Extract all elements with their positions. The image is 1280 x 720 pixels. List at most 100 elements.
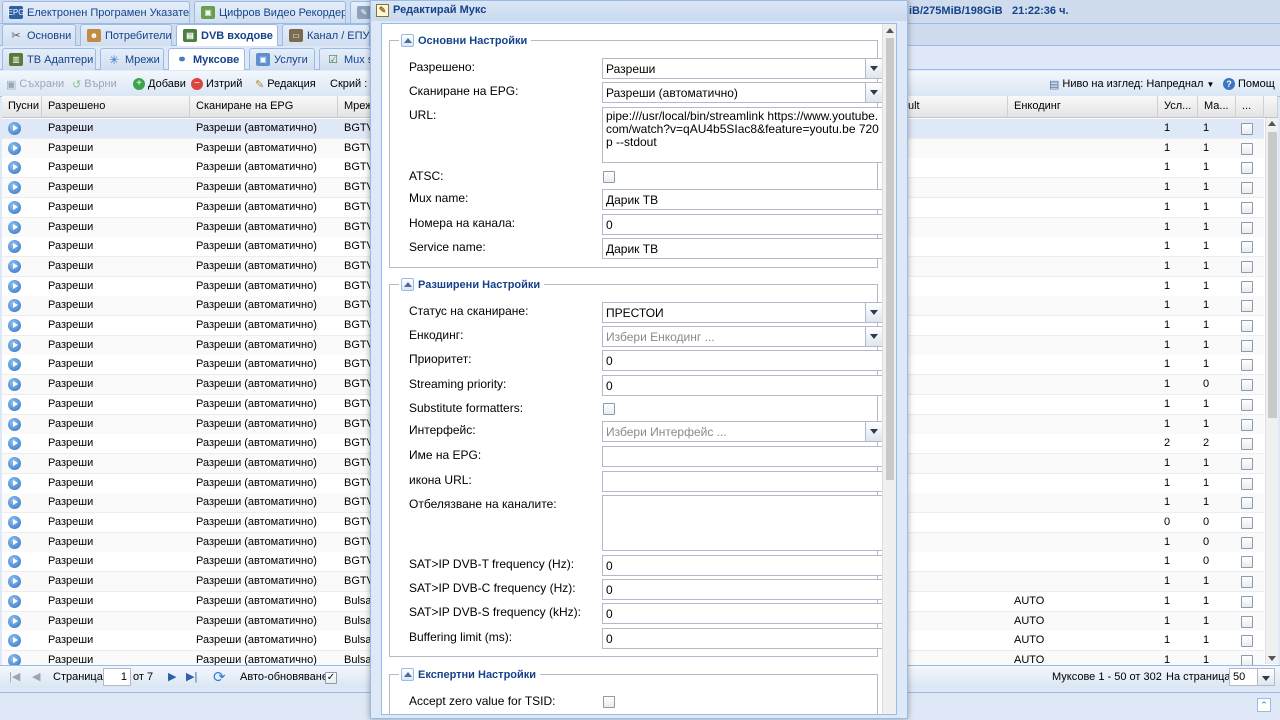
row-checkbox[interactable] bbox=[1241, 556, 1253, 569]
dialog-header[interactable]: ✎ Редактирай Мукс bbox=[371, 1, 907, 21]
row-checkbox[interactable] bbox=[1241, 595, 1253, 608]
hide-button[interactable]: Скрий : bbox=[330, 74, 367, 94]
grid-scroll-thumb[interactable] bbox=[1268, 132, 1277, 418]
row-checkbox[interactable] bbox=[1241, 457, 1253, 470]
play-icon[interactable] bbox=[8, 141, 21, 155]
row-checkbox[interactable] bbox=[1241, 615, 1253, 628]
row-checkbox[interactable] bbox=[1241, 300, 1253, 313]
row-checkbox[interactable] bbox=[1241, 635, 1253, 648]
col-header-enabled[interactable]: Разрешено bbox=[42, 96, 190, 118]
prev-page-icon[interactable]: ◀ bbox=[32, 670, 40, 683]
row-checkbox[interactable] bbox=[1241, 517, 1253, 529]
first-page-icon[interactable]: |◀ bbox=[9, 670, 20, 683]
icon-url-field[interactable] bbox=[602, 471, 883, 492]
scan-status-select[interactable]: ПРЕСТОИ bbox=[602, 302, 883, 323]
tab-dvb-inputs[interactable]: ▤ DVB входове bbox=[176, 24, 278, 46]
play-icon[interactable] bbox=[8, 437, 21, 451]
enabled-select[interactable]: Разреши bbox=[602, 58, 883, 79]
tab-mux-scheduler[interactable]: ☑ Mux sc bbox=[319, 48, 371, 70]
encoding-select[interactable]: Избери Енкодинг ... bbox=[602, 326, 883, 347]
chevron-down-icon[interactable] bbox=[865, 422, 882, 441]
row-checkbox[interactable] bbox=[1241, 359, 1253, 372]
play-icon[interactable] bbox=[8, 594, 21, 608]
expand-icon[interactable]: ⌃ bbox=[1257, 698, 1271, 712]
play-icon[interactable] bbox=[8, 299, 21, 313]
play-icon[interactable] bbox=[8, 496, 21, 510]
tab-dvr[interactable]: ▣ Цифров Видео Рекордер bbox=[194, 1, 346, 23]
row-checkbox[interactable] bbox=[1241, 398, 1253, 411]
tab-muxes[interactable]: ⚭ Муксове bbox=[168, 48, 245, 70]
play-icon[interactable] bbox=[8, 516, 21, 529]
row-checkbox[interactable] bbox=[1241, 241, 1253, 254]
collapse-icon[interactable] bbox=[401, 34, 414, 47]
tab-config[interactable]: ✎ bbox=[350, 1, 372, 23]
row-checkbox[interactable] bbox=[1241, 497, 1253, 510]
dialog-scrollbar[interactable] bbox=[882, 24, 896, 714]
play-icon[interactable] bbox=[8, 575, 21, 589]
tab-networks[interactable]: ✳ Мрежи bbox=[100, 48, 164, 70]
substitute-formatters-checkbox[interactable] bbox=[603, 403, 615, 415]
play-icon[interactable] bbox=[8, 358, 21, 372]
row-checkbox[interactable] bbox=[1241, 418, 1253, 431]
per-page-select[interactable]: 50 bbox=[1229, 668, 1275, 686]
play-icon[interactable] bbox=[8, 555, 21, 569]
save-button[interactable]: ▣ Съхрани bbox=[6, 74, 64, 94]
edit-button[interactable]: ✎ Редакция bbox=[255, 74, 316, 94]
play-icon[interactable] bbox=[8, 200, 21, 214]
help-button[interactable]: ? Помощ bbox=[1223, 74, 1275, 94]
buffering-limit-field[interactable]: 0 bbox=[602, 628, 883, 649]
row-checkbox[interactable] bbox=[1241, 142, 1253, 155]
satip-dvbt-field[interactable]: 0 bbox=[602, 555, 883, 576]
dialog-scroll-thumb[interactable] bbox=[886, 38, 894, 480]
scroll-down-arrow-icon[interactable] bbox=[1268, 656, 1276, 661]
row-checkbox[interactable] bbox=[1241, 123, 1253, 135]
play-icon[interactable] bbox=[8, 279, 21, 293]
play-icon[interactable] bbox=[8, 535, 21, 549]
collapse-icon[interactable] bbox=[401, 668, 414, 681]
row-checkbox[interactable] bbox=[1241, 379, 1253, 392]
row-checkbox[interactable] bbox=[1241, 182, 1253, 195]
zero-tsid-checkbox[interactable] bbox=[603, 696, 615, 708]
priority-field[interactable]: 0 bbox=[602, 350, 883, 371]
col-header-epg-scan[interactable]: Сканиране на EPG bbox=[190, 96, 338, 118]
play-icon[interactable] bbox=[8, 161, 21, 175]
tab-epg[interactable]: EPG Електронен Програмен Указател bbox=[2, 1, 190, 23]
col-header-ult[interactable]: ult bbox=[902, 96, 1008, 118]
play-icon[interactable] bbox=[8, 220, 21, 234]
channel-number-field[interactable]: 0 bbox=[602, 214, 883, 235]
play-icon[interactable] bbox=[8, 417, 21, 431]
play-icon[interactable] bbox=[8, 634, 21, 648]
col-header-play[interactable]: Пусни bbox=[2, 96, 42, 118]
tab-general[interactable]: ✂ Основни bbox=[2, 24, 76, 46]
row-checkbox[interactable] bbox=[1241, 280, 1253, 293]
scroll-up-arrow-icon[interactable] bbox=[1268, 121, 1276, 126]
url-textarea[interactable]: pipe:///usr/local/bin/streamlink https:/… bbox=[602, 107, 883, 163]
page-input[interactable]: 1 bbox=[103, 668, 131, 686]
play-icon[interactable] bbox=[8, 456, 21, 470]
interface-select[interactable]: Избери Интерфейс ... bbox=[602, 421, 883, 442]
col-header-services[interactable]: Усл... bbox=[1158, 96, 1198, 118]
play-icon[interactable] bbox=[8, 259, 21, 273]
expert-settings-legend[interactable]: Експертни Настройки bbox=[399, 668, 541, 681]
epg-name-field[interactable] bbox=[602, 446, 883, 467]
row-checkbox[interactable] bbox=[1241, 162, 1253, 175]
play-icon[interactable] bbox=[8, 338, 21, 352]
last-page-icon[interactable]: ▶| bbox=[186, 670, 197, 683]
tab-tv-adapters[interactable]: ▥ ТВ Адаптери bbox=[2, 48, 96, 70]
epg-scan-select[interactable]: Разреши (автоматично) bbox=[602, 82, 883, 103]
mux-name-field[interactable]: Дарик ТВ bbox=[602, 189, 883, 210]
atsc-checkbox[interactable] bbox=[603, 171, 615, 183]
collapse-icon[interactable] bbox=[401, 278, 414, 291]
advanced-settings-legend[interactable]: Разширени Настройки bbox=[399, 278, 545, 291]
chevron-down-icon[interactable] bbox=[865, 83, 882, 102]
basic-settings-legend[interactable]: Основни Настройки bbox=[399, 34, 532, 47]
chevron-down-icon[interactable] bbox=[865, 59, 882, 78]
row-checkbox[interactable] bbox=[1241, 477, 1253, 490]
row-checkbox[interactable] bbox=[1241, 576, 1253, 589]
refresh-icon[interactable]: ⟳ bbox=[213, 668, 226, 686]
row-checkbox[interactable] bbox=[1241, 221, 1253, 234]
play-icon[interactable] bbox=[8, 378, 21, 392]
tab-users[interactable]: ☻ Потребители bbox=[80, 24, 172, 46]
play-icon[interactable] bbox=[8, 476, 21, 490]
channel-tags-field[interactable] bbox=[602, 495, 883, 551]
